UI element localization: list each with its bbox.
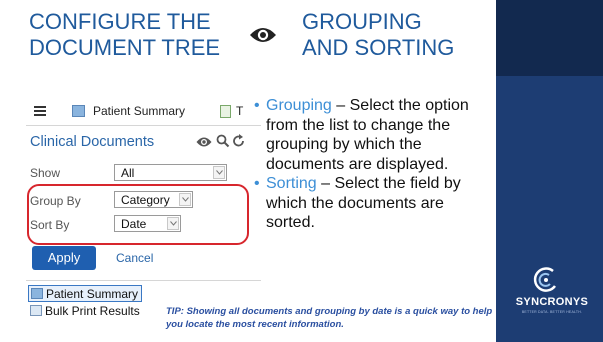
tab-next[interactable]: T (236, 104, 243, 118)
show-select[interactable]: All (114, 164, 227, 181)
slide-title-left: CONFIGURE THE DOCUMENT TREE (29, 9, 229, 61)
tree-item-label: Bulk Print Results (45, 304, 140, 318)
tree-item-label: Patient Summary (46, 287, 139, 301)
refresh-icon[interactable] (232, 134, 246, 148)
show-label: Show (30, 166, 61, 180)
eye-icon (250, 28, 276, 42)
cancel-link[interactable]: Cancel (116, 251, 153, 265)
brand-band-top (496, 0, 603, 76)
document-tab-icon (220, 105, 231, 118)
apply-button[interactable]: Apply (32, 246, 96, 270)
group-by-label: Group By (30, 194, 81, 208)
brand-tagline: BETTER DATA. BETTER HEALTH. (521, 310, 583, 314)
title-right-line1: GROUPING (302, 9, 422, 34)
sort-by-label: Sort By (30, 218, 70, 232)
brand-name: SYNCRONYS (515, 296, 589, 308)
tree-item-bulk-print-results[interactable]: Bulk Print Results (28, 303, 140, 320)
bullet-dot: • (254, 97, 260, 114)
syncronys-logo-icon (533, 267, 557, 292)
divider (26, 280, 261, 281)
title-left-line2: DOCUMENT TREE (29, 35, 221, 60)
tab-patient-summary[interactable]: Patient Summary (93, 104, 185, 118)
sort-by-select[interactable]: Date (114, 215, 181, 232)
bullet-grouping: • Grouping – Select the option from the l… (254, 96, 494, 174)
chevron-down-icon (179, 193, 191, 206)
bullet-sorting: • Sorting – Select the field by which the… (254, 174, 494, 233)
patient-summary-tab-icon (72, 105, 85, 117)
slide: SYNCRONYS BETTER DATA. BETTER HEALTH. CO… (0, 0, 603, 342)
bullet-keyword: Grouping (266, 97, 332, 114)
app-screenshot: Patient Summary T Clinical Documents Sho… (26, 98, 261, 338)
bullet-list: • Grouping – Select the option from the l… (254, 96, 494, 233)
group-by-select[interactable]: Category (114, 191, 193, 208)
tip-text: TIP: Showing all documents and grouping … (166, 306, 493, 330)
chevron-down-icon (213, 166, 225, 179)
show-select-value: All (121, 166, 135, 180)
hamburger-menu-icon[interactable] (34, 105, 46, 117)
bullet-keyword: Sorting (266, 175, 317, 192)
bullet-dot: • (254, 175, 260, 192)
eye-icon[interactable] (196, 136, 212, 148)
chevron-down-icon (167, 217, 179, 230)
document-icon (31, 288, 43, 300)
title-left-line1: CONFIGURE THE (29, 9, 211, 34)
tab-bar: Patient Summary T (26, 98, 261, 126)
title-right-line2: AND SORTING (302, 35, 455, 60)
sort-by-value: Date (121, 217, 147, 231)
panel-title: Clinical Documents (30, 134, 155, 150)
tree-item-patient-summary[interactable]: Patient Summary (28, 285, 143, 302)
print-results-icon (30, 305, 42, 317)
group-by-value: Category (121, 193, 170, 207)
slide-title-right: GROUPING AND SORTING (302, 9, 482, 61)
search-icon[interactable] (216, 134, 230, 148)
